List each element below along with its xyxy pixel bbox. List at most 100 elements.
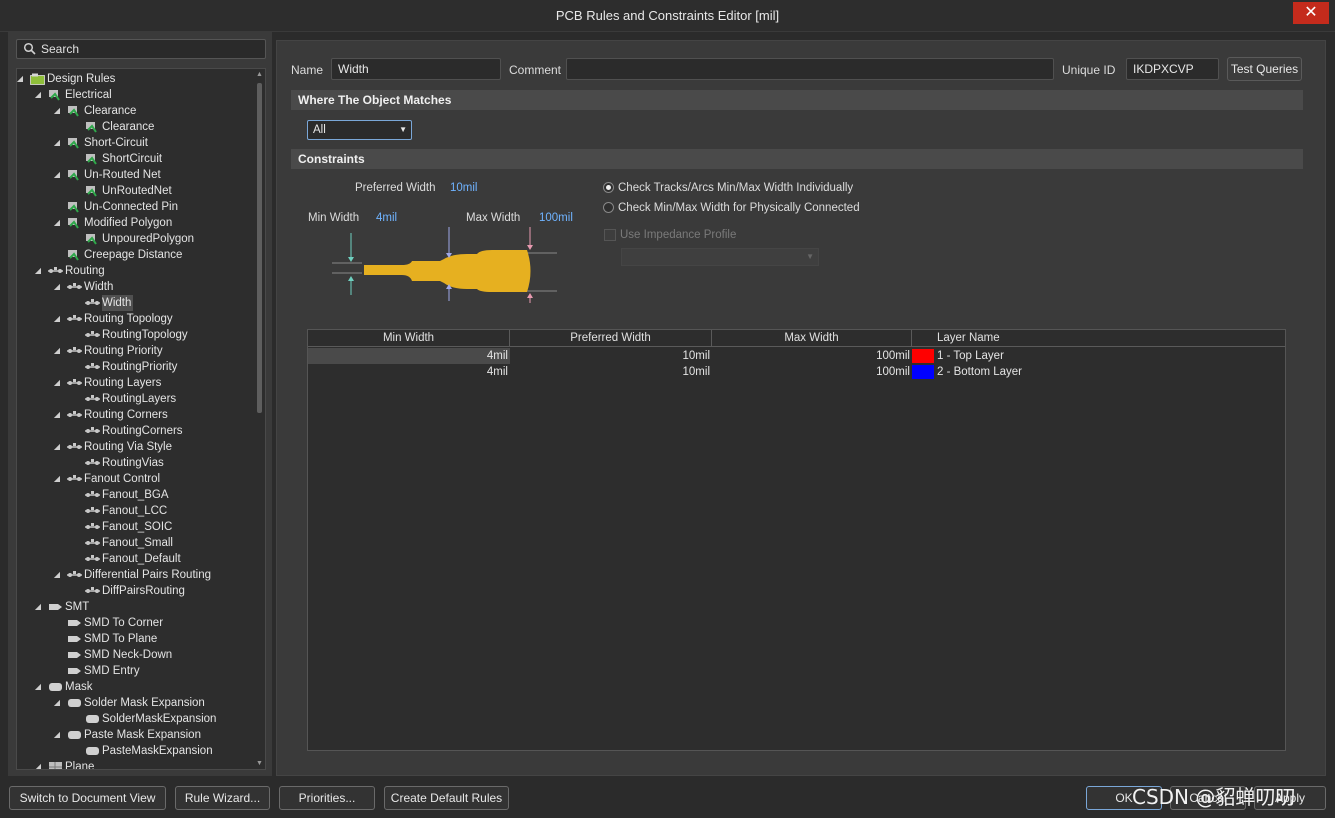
impedance-profile-checkbox[interactable] bbox=[604, 229, 616, 241]
scroll-thumb[interactable] bbox=[257, 83, 262, 413]
expand-arrow-icon[interactable]: ◢ bbox=[52, 727, 62, 743]
expand-arrow-icon[interactable]: ◢ bbox=[33, 679, 43, 695]
tree-item[interactable]: Un-Connected Pin bbox=[17, 199, 255, 215]
tree-item[interactable]: ◢ Plane bbox=[17, 759, 255, 769]
expand-arrow-icon[interactable]: ◢ bbox=[52, 471, 62, 487]
cell-min-width[interactable]: 4mil bbox=[308, 348, 510, 364]
column-preferred-width[interactable]: Preferred Width bbox=[510, 330, 712, 347]
tree-item[interactable]: ◢ Routing Via Style bbox=[17, 439, 255, 455]
tree-item[interactable]: SMD Neck-Down bbox=[17, 647, 255, 663]
search-box[interactable] bbox=[16, 39, 266, 59]
tree-item[interactable]: RoutingVias bbox=[17, 455, 255, 471]
tree-item[interactable]: Fanout_SOIC bbox=[17, 519, 255, 535]
rule-wizard-button[interactable]: Rule Wizard... bbox=[175, 786, 270, 810]
priorities-button[interactable]: Priorities... bbox=[279, 786, 375, 810]
tree-item[interactable]: ◢ Routing Priority bbox=[17, 343, 255, 359]
scroll-down-icon[interactable]: ▼ bbox=[255, 760, 264, 767]
expand-arrow-icon[interactable]: ◢ bbox=[33, 87, 43, 103]
cell-min-width[interactable]: 4mil bbox=[308, 364, 510, 380]
tree-item[interactable]: ◢ Modified Polygon bbox=[17, 215, 255, 231]
create-default-rules-button[interactable]: Create Default Rules bbox=[384, 786, 509, 810]
search-input[interactable] bbox=[41, 41, 261, 57]
test-queries-button[interactable]: Test Queries bbox=[1227, 57, 1302, 81]
tree-item[interactable]: SMD To Plane bbox=[17, 631, 255, 647]
tree-item[interactable]: ◢ Width bbox=[17, 279, 255, 295]
tree-item[interactable]: Creepage Distance bbox=[17, 247, 255, 263]
tree-item[interactable]: Fanout_BGA bbox=[17, 487, 255, 503]
expand-arrow-icon[interactable]: ◢ bbox=[52, 279, 62, 295]
unique-id-field[interactable]: IKDPXCVP bbox=[1126, 58, 1219, 80]
tree-item[interactable]: ◢ Clearance bbox=[17, 103, 255, 119]
tree-item[interactable]: ◢ Differential Pairs Routing bbox=[17, 567, 255, 583]
radio-check-individually[interactable] bbox=[603, 182, 614, 193]
tree-item[interactable]: UnRoutedNet bbox=[17, 183, 255, 199]
table-row[interactable]: 4mil 10mil 100mil 2 - Bottom Layer bbox=[308, 364, 1285, 380]
expand-arrow-icon[interactable]: ◢ bbox=[33, 759, 43, 769]
expand-arrow-icon[interactable]: ◢ bbox=[52, 375, 62, 391]
unique-id-label: Unique ID bbox=[1062, 63, 1116, 77]
expand-arrow-icon[interactable]: ◢ bbox=[52, 311, 62, 327]
tree-item[interactable]: SMD Entry bbox=[17, 663, 255, 679]
expand-arrow-icon[interactable]: ◢ bbox=[52, 695, 62, 711]
tree-item[interactable]: ◢ Paste Mask Expansion bbox=[17, 727, 255, 743]
tree-item[interactable]: ◢ Design Rules bbox=[17, 71, 255, 87]
tree-item[interactable]: Width bbox=[17, 295, 255, 311]
column-min-width[interactable]: Min Width bbox=[308, 330, 510, 347]
name-field[interactable]: Width bbox=[331, 58, 501, 80]
tree-item[interactable]: ◢ SMT bbox=[17, 599, 255, 615]
expand-arrow-icon[interactable]: ◢ bbox=[33, 599, 43, 615]
scope-select[interactable]: All ▼ bbox=[307, 120, 412, 140]
column-layer-name[interactable]: Layer Name bbox=[912, 330, 1285, 347]
expand-arrow-icon[interactable]: ◢ bbox=[52, 167, 62, 183]
preferred-width-value[interactable]: 10mil bbox=[450, 182, 477, 194]
switch-to-document-view-button[interactable]: Switch to Document View bbox=[9, 786, 166, 810]
tree-item[interactable]: Fanout_LCC bbox=[17, 503, 255, 519]
tree-item[interactable]: DiffPairsRouting bbox=[17, 583, 255, 599]
tree-item[interactable]: Fanout_Default bbox=[17, 551, 255, 567]
tree-item[interactable]: ◢ Routing Layers bbox=[17, 375, 255, 391]
tree-item[interactable]: SolderMaskExpansion bbox=[17, 711, 255, 727]
tree-item[interactable]: ◢ Electrical bbox=[17, 87, 255, 103]
expand-arrow-icon[interactable]: ◢ bbox=[52, 343, 62, 359]
tree-item[interactable]: ◢ Routing Topology bbox=[17, 311, 255, 327]
tree-item[interactable]: ShortCircuit bbox=[17, 151, 255, 167]
tree-item[interactable]: RoutingCorners bbox=[17, 423, 255, 439]
tree-item[interactable]: ◢ Mask bbox=[17, 679, 255, 695]
table-row[interactable]: 4mil 10mil 100mil 1 - Top Layer bbox=[308, 348, 1285, 364]
expand-arrow-icon[interactable]: ◢ bbox=[52, 439, 62, 455]
tree-item[interactable]: UnpouredPolygon bbox=[17, 231, 255, 247]
tree-item[interactable]: ◢ Routing bbox=[17, 263, 255, 279]
expand-arrow-icon[interactable]: ◢ bbox=[52, 215, 62, 231]
rule-icon bbox=[85, 185, 100, 197]
tree-item[interactable]: ◢ Un-Routed Net bbox=[17, 167, 255, 183]
tree-item[interactable]: Clearance bbox=[17, 119, 255, 135]
expand-arrow-icon[interactable]: ◢ bbox=[52, 135, 62, 151]
expand-arrow-icon[interactable]: ◢ bbox=[52, 407, 62, 423]
impedance-profile-select[interactable]: ▼ bbox=[621, 248, 819, 266]
tree-item[interactable]: ◢ Routing Corners bbox=[17, 407, 255, 423]
column-max-width[interactable]: Max Width bbox=[712, 330, 912, 347]
tree-scrollbar[interactable]: ▲ ▼ bbox=[255, 71, 264, 767]
cell-preferred-width[interactable]: 10mil bbox=[510, 348, 712, 364]
comment-field[interactable] bbox=[566, 58, 1054, 80]
tree-item[interactable]: Fanout_Small bbox=[17, 535, 255, 551]
tree-item[interactable]: ◢ Short-Circuit bbox=[17, 135, 255, 151]
scroll-up-icon[interactable]: ▲ bbox=[255, 71, 264, 78]
cell-preferred-width[interactable]: 10mil bbox=[510, 364, 712, 380]
tree-item[interactable]: ◢ Solder Mask Expansion bbox=[17, 695, 255, 711]
tree-item[interactable]: RoutingLayers bbox=[17, 391, 255, 407]
close-button[interactable]: ✕ bbox=[1293, 2, 1329, 24]
expand-arrow-icon[interactable]: ◢ bbox=[52, 103, 62, 119]
tree-item[interactable]: RoutingPriority bbox=[17, 359, 255, 375]
expand-arrow-icon[interactable]: ◢ bbox=[33, 263, 43, 279]
expand-arrow-icon[interactable]: ◢ bbox=[52, 567, 62, 583]
cell-max-width[interactable]: 100mil bbox=[712, 364, 912, 380]
tree-item[interactable]: ◢ Fanout Control bbox=[17, 471, 255, 487]
tree-item[interactable]: PasteMaskExpansion bbox=[17, 743, 255, 759]
radio-check-physically-connected[interactable] bbox=[603, 202, 614, 213]
tree-item-label: Un-Routed Net bbox=[84, 169, 161, 181]
tree-item[interactable]: RoutingTopology bbox=[17, 327, 255, 343]
cell-max-width[interactable]: 100mil bbox=[712, 348, 912, 364]
tree-item[interactable]: SMD To Corner bbox=[17, 615, 255, 631]
expand-arrow-icon[interactable]: ◢ bbox=[17, 71, 25, 87]
